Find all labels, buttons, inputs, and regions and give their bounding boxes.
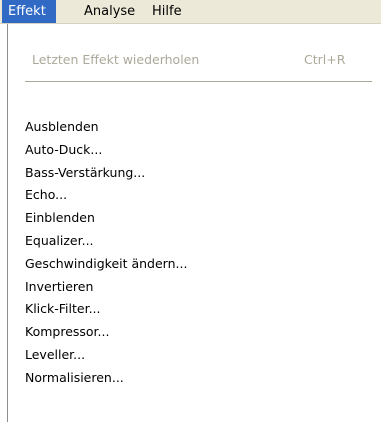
- menu-analyse[interactable]: Analyse: [76, 0, 148, 23]
- effekt-dropdown-menu: Letzten Effekt wiederholen Ctrl+R Ausble…: [7, 24, 381, 422]
- menu-bar: Effekt Analyse Hilfe: [0, 0, 381, 24]
- menu-item-invertieren[interactable]: Invertieren: [8, 277, 381, 300]
- repeat-last-effect-label: Letzten Effekt wiederholen: [32, 52, 200, 67]
- menu-item-normalisieren[interactable]: Normalisieren...: [8, 368, 381, 391]
- app-window: Effekt Analyse Hilfe Letzten Effekt wied…: [0, 0, 381, 422]
- menu-item-echo[interactable]: Echo...: [8, 185, 381, 208]
- menu-separator: [25, 81, 372, 83]
- menu-item-kompressor[interactable]: Kompressor...: [8, 322, 381, 345]
- menu-effekt[interactable]: Effekt: [2, 0, 56, 23]
- menu-item-leveller[interactable]: Leveller...: [8, 345, 381, 368]
- menu-item-auto-duck[interactable]: Auto-Duck...: [8, 140, 381, 163]
- effect-list: Ausblenden Auto-Duck... Bass-Verstärkung…: [8, 117, 381, 391]
- menu-item-klick-filter[interactable]: Klick-Filter...: [8, 299, 381, 322]
- menu-hilfe[interactable]: Hilfe: [148, 0, 196, 23]
- window-edge: [0, 24, 7, 422]
- menu-item-repeat-last-effect[interactable]: Letzten Effekt wiederholen Ctrl+R: [32, 51, 372, 69]
- menu-item-einblenden[interactable]: Einblenden: [8, 208, 381, 231]
- menu-item-equalizer[interactable]: Equalizer...: [8, 231, 381, 254]
- menu-item-ausblenden[interactable]: Ausblenden: [8, 117, 381, 140]
- menu-item-bass-verstaerkung[interactable]: Bass-Verstärkung...: [8, 163, 381, 186]
- repeat-last-effect-shortcut: Ctrl+R: [304, 52, 346, 67]
- menu-item-geschwindigkeit-aendern[interactable]: Geschwindigkeit ändern...: [8, 254, 381, 277]
